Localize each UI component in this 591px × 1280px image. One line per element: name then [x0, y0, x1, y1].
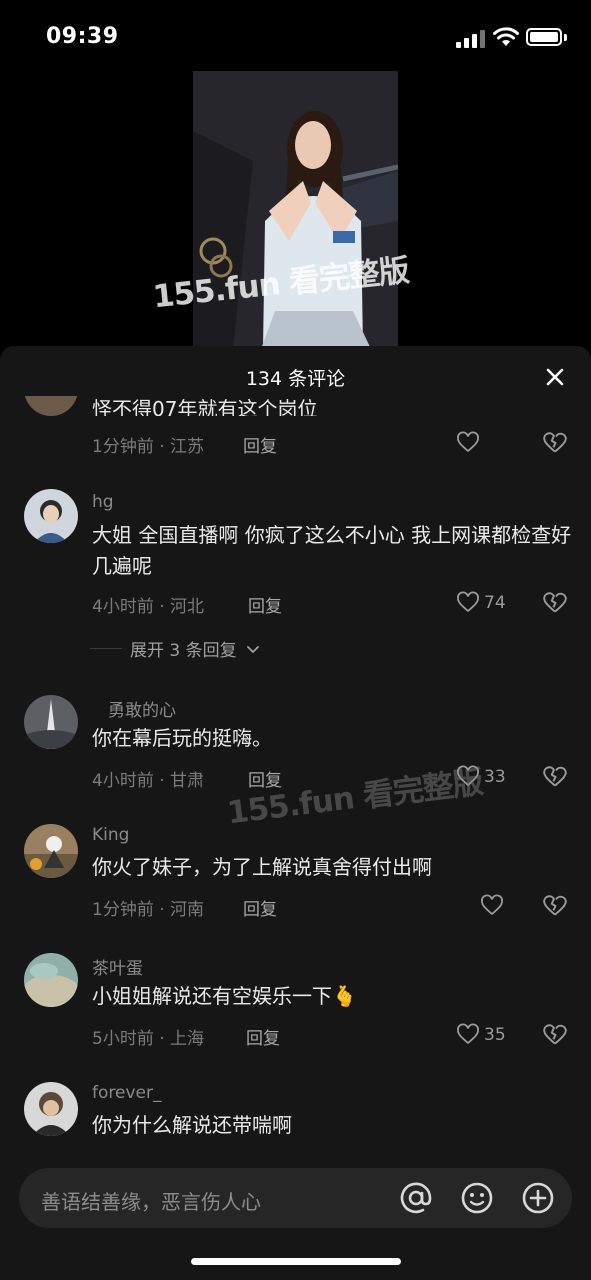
broken-heart-icon[interactable]: [542, 590, 568, 616]
status-time: 09:39: [46, 24, 119, 49]
comment-username[interactable]: hg: [92, 492, 114, 512]
at-icon[interactable]: [399, 1181, 433, 1215]
comment-meta: 1分钟前 · 江苏: [92, 437, 205, 457]
comment-meta: 4小时前 · 河北: [92, 597, 205, 617]
cellular-signal-icon: [456, 30, 486, 48]
comment-input[interactable]: 善语结善缘，恶言伤人心: [19, 1168, 572, 1228]
reply-button[interactable]: 回复: [243, 895, 277, 920]
like-button[interactable]: [480, 893, 504, 919]
comment-username[interactable]: 茶叶蛋: [92, 954, 143, 979]
status-bar: 09:39: [0, 0, 591, 72]
broken-heart-icon[interactable]: [542, 430, 568, 456]
like-button[interactable]: 74: [456, 590, 506, 616]
reply-button[interactable]: 回复: [243, 432, 277, 457]
comment-text: 你为什么解说还带喘啊: [92, 1113, 292, 1137]
comment-meta: 4小时前 · 甘肃: [92, 771, 205, 791]
like-button[interactable]: 35: [456, 1022, 506, 1048]
broken-heart-icon[interactable]: [542, 893, 568, 919]
plus-circle-icon[interactable]: [521, 1181, 555, 1215]
comment-text: 小姐姐解说还有空娱乐一下🫰: [92, 984, 357, 1008]
comment-text: 你在幕后玩的挺嗨。: [92, 726, 272, 750]
expand-divider: [90, 648, 122, 649]
comment-list[interactable]: 怪不得07年就有这个岗位 1分钟前 · 江苏 回复 hg 大姐 全国直播啊 你疯…: [0, 396, 591, 1151]
avatar[interactable]: [24, 396, 78, 416]
heart-icon: [457, 591, 479, 613]
broken-heart-icon[interactable]: [542, 764, 568, 790]
like-count: 74: [484, 593, 506, 613]
comment-username[interactable]: 勇敢的心: [108, 696, 176, 721]
comment-meta: 1分钟前 · 河南: [92, 900, 205, 920]
expand-replies-button[interactable]: 展开 3 条回复: [90, 636, 261, 661]
battery-icon: [526, 28, 562, 46]
comment-text: 怪不得07年就有这个岗位: [92, 397, 318, 416]
like-count: 35: [484, 1025, 506, 1045]
wifi-icon: [493, 27, 519, 46]
comment-username[interactable]: King: [92, 825, 129, 845]
avatar[interactable]: [24, 953, 78, 1007]
avatar[interactable]: [24, 824, 78, 878]
expand-replies-label: 展开 3 条回复: [130, 641, 237, 661]
reply-button[interactable]: 回复: [248, 592, 282, 617]
chevron-down-icon: [246, 645, 259, 653]
heart-icon: [457, 1023, 479, 1045]
comment-text: 大姐 全国直播啊 你疯了这么不小心 我上网课都检查好几遍呢: [92, 523, 572, 578]
like-button[interactable]: [456, 430, 480, 456]
home-indicator[interactable]: [191, 1258, 401, 1265]
battery-cap: [564, 34, 567, 41]
avatar[interactable]: [24, 695, 78, 749]
comment-meta: 5小时前 · 上海: [92, 1029, 205, 1049]
avatar[interactable]: [24, 489, 78, 543]
close-icon[interactable]: [538, 360, 572, 394]
comment-input-placeholder: 善语结善缘，恶言伤人心: [41, 1190, 261, 1214]
broken-heart-icon[interactable]: [542, 1022, 568, 1048]
like-count: 33: [484, 767, 506, 787]
emoji-icon[interactable]: [460, 1181, 494, 1215]
avatar[interactable]: [24, 1082, 78, 1136]
comment-username[interactable]: forever_: [92, 1083, 161, 1103]
heart-icon: [457, 431, 479, 453]
comment-text: 你火了妹子，为了上解说真舍得付出啊: [92, 855, 432, 879]
comments-count-title: 134 条评论: [245, 368, 346, 390]
heart-icon: [481, 894, 503, 916]
reply-button[interactable]: 回复: [246, 1024, 280, 1049]
